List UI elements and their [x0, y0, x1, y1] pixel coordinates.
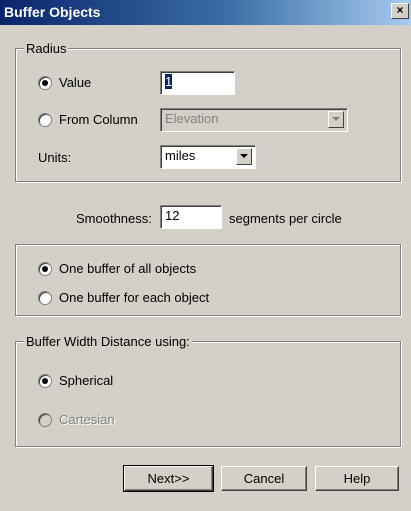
smoothness-value: 12	[165, 208, 180, 223]
units-select-value: miles	[165, 148, 196, 163]
column-select: Elevation	[160, 108, 348, 132]
spherical-radio[interactable]	[38, 374, 52, 388]
one-buffer-each-label: One buffer for each object	[59, 290, 210, 305]
chevron-down-icon	[240, 154, 248, 158]
one-buffer-all-label: One buffer of all objects	[59, 261, 197, 276]
value-radio-label: Value	[59, 75, 92, 90]
spherical-label: Spherical	[59, 373, 114, 388]
distance-group: Buffer Width Distance using:	[15, 334, 401, 447]
buffer-mode-group	[15, 244, 401, 316]
from-column-radio[interactable]	[38, 113, 52, 127]
close-icon[interactable]: ×	[391, 3, 409, 19]
column-dropdown-button	[328, 111, 344, 128]
one-buffer-each-radio[interactable]	[38, 291, 52, 305]
units-label: Units:	[38, 150, 72, 165]
radius-value-input[interactable]: 1	[160, 71, 235, 95]
smoothness-label: Smoothness:	[76, 211, 152, 226]
cancel-button[interactable]: Cancel	[221, 466, 307, 491]
radius-legend: Radius	[24, 41, 69, 56]
smoothness-suffix: segments per circle	[229, 211, 342, 226]
from-column-radio-label: From Column	[59, 112, 138, 127]
chevron-down-icon	[332, 117, 340, 121]
one-buffer-all-dot	[42, 266, 48, 272]
cartesian-label: Cartesian	[59, 412, 115, 427]
next-button[interactable]: Next>>	[123, 465, 214, 492]
smoothness-input[interactable]: 12	[160, 205, 222, 229]
help-button[interactable]: Help	[315, 466, 399, 491]
value-radio-dot	[42, 80, 48, 86]
one-buffer-all-radio[interactable]	[38, 262, 52, 276]
spherical-dot	[42, 378, 48, 384]
cartesian-radio	[38, 413, 52, 427]
title-bar: Buffer Objects ×	[0, 0, 411, 25]
value-radio[interactable]	[38, 76, 52, 90]
column-select-value: Elevation	[165, 111, 219, 126]
units-dropdown-button[interactable]	[236, 148, 252, 165]
distance-legend: Buffer Width Distance using:	[24, 334, 192, 349]
window-title: Buffer Objects	[4, 4, 101, 20]
radius-value-text: 1	[165, 74, 173, 89]
